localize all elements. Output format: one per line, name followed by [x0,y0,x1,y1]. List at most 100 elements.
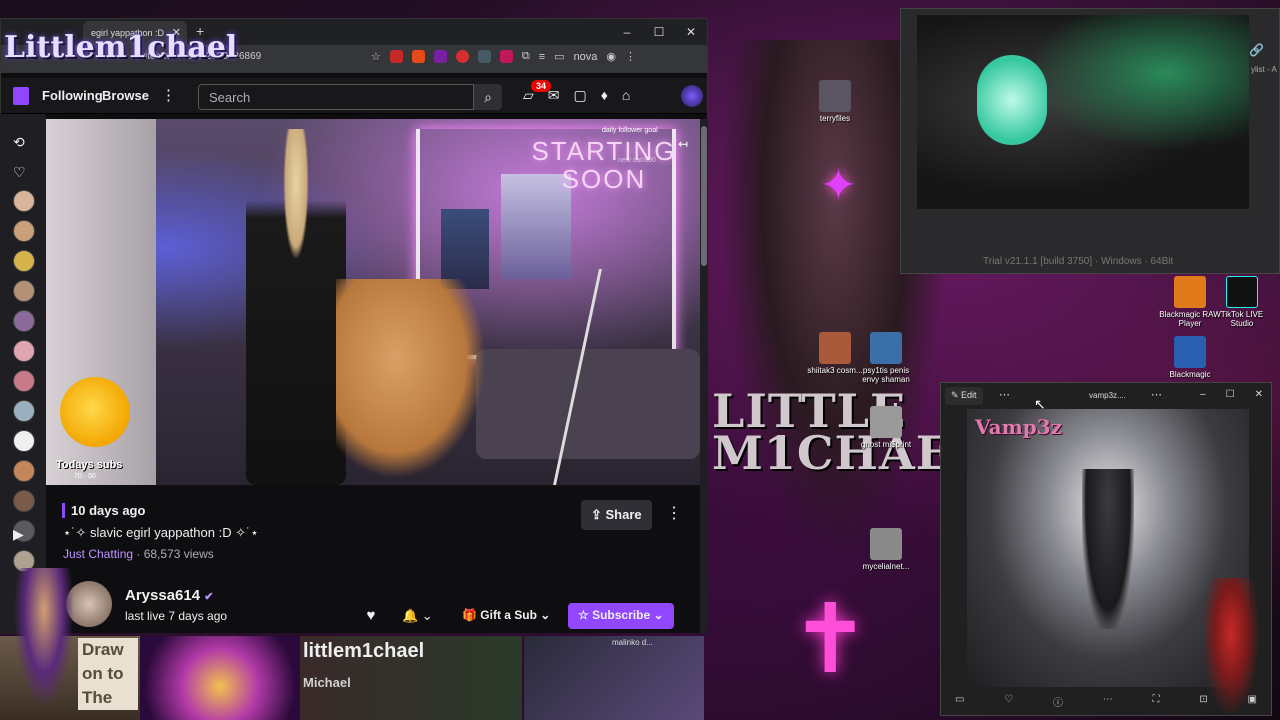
channel-avatar[interactable] [13,220,35,242]
whispers-icon[interactable]: ▢ [574,87,587,104]
cartoon-character [14,568,74,708]
desktop-icon-mycelial[interactable]: mycelialnet... [854,528,918,571]
gift-icon: 🎁 [462,608,481,622]
channel-avatar[interactable] [13,400,35,422]
edit-button[interactable]: ✎ Edit [945,387,983,405]
extension-icon[interactable] [389,50,403,63]
twitch-nav: Following Browse ⋮ Search ⌕ ▱ ✉ ▢ ♦ ⌂ 34 [1,78,707,114]
maximize-icon[interactable]: ☐ [1226,389,1235,400]
blackmagic-icon [1174,336,1206,368]
channel-avatar[interactable] [13,340,35,362]
browser-menu-icon[interactable]: ⋮ [625,50,636,63]
notification-badge: 34 [531,80,552,92]
account-icon[interactable]: ◉ [606,50,616,63]
nav-following[interactable]: Following [42,88,103,103]
collapse-rail-icon[interactable]: ⟲ [13,134,25,151]
star-icon: ☆ [578,608,593,622]
minimize-icon[interactable]: – [1200,389,1206,400]
channel-avatar[interactable] [13,310,35,332]
theatre-mode-icon[interactable]: ↤ [678,137,688,151]
desktop-icon-tiktok-live[interactable]: TikTok LIVE Studio [1210,276,1274,328]
file-icon [870,528,902,560]
channel-avatar[interactable] [13,430,35,452]
close-icon[interactable]: ✕ [1255,389,1263,400]
user-avatar[interactable] [681,85,703,107]
maximize-button[interactable]: ☐ [643,19,675,45]
extension-icon[interactable] [433,50,447,63]
video-camera-icon[interactable]: ▶ [13,526,24,543]
file-icon [870,332,902,364]
more-menu-icon[interactable]: ⋮ [161,86,176,104]
bookmark-star-icon[interactable]: ☆ [371,50,381,63]
channel-avatar[interactable] [13,280,35,302]
file-icon [819,332,851,364]
scrollbar-thumb[interactable] [701,126,707,266]
desktop-icon-terryfiles[interactable]: terryfiles [803,80,867,123]
channel-avatar[interactable] [13,370,35,392]
channel-avatar[interactable] [13,250,35,272]
video-player[interactable]: STARTING SOON daily follower goal new ca… [46,119,700,485]
fullscreen-icon[interactable]: ⛶ [1153,694,1160,709]
subscribe-button[interactable]: ☆ Subscribe ⌄ [568,603,674,629]
minimize-button[interactable]: – [611,19,643,45]
twitch-logo-icon[interactable] [13,87,29,105]
follower-goal-sub: new cat/800 [618,157,656,164]
favorite-icon[interactable]: ♡ [1004,694,1013,709]
extension-icon[interactable] [477,50,491,63]
more-icon[interactable]: ⋯ [1103,694,1113,709]
demon-figure [1082,469,1134,629]
video-category-line: Just Chatting · 68,573 views [63,547,214,561]
channel-avatar[interactable] [13,460,35,482]
close-button[interactable]: ✕ [675,19,707,45]
bits-icon[interactable]: ⌂ [622,87,630,104]
mascot-icon [60,377,130,447]
viewer-window-controls: – ☐ ✕ [1200,389,1263,400]
link-icon[interactable]: 🔗 [1249,43,1264,57]
viewer-options-icon[interactable]: ⋯ [1151,388,1162,401]
bottom-tile-photo: malinko d... [524,636,704,720]
nav-browse[interactable]: Browse [102,88,149,103]
desktop-icon-ghost[interactable]: ghost mi$print [854,406,918,449]
notification-bell-button[interactable]: 🔔 ⌄ [402,603,433,629]
streamer-figure [246,129,346,485]
blackmagic-icon [1174,276,1206,308]
verified-icon: ✔ [204,591,214,603]
channel-name[interactable]: Aryssa614 ✔ [125,587,213,604]
desktop-icon-psy1tis[interactable]: psy1tis penis envy shaman [854,332,918,384]
viewer-more-icon[interactable]: ⋯ [999,388,1010,401]
search-icon[interactable]: ⌕ [474,84,502,110]
extension-icon[interactable] [499,50,513,63]
bunny-mask-figure [977,55,1047,145]
sidebar-icon[interactable]: ▭ [554,50,564,63]
video-info-panel: 10 days ago ⋆˙✧ slavic egirl yappathon :… [46,485,700,633]
extension-icon[interactable] [411,50,425,63]
cartoon-figure [1202,578,1260,716]
gift-sub-button[interactable]: 🎁 Gift a Sub ⌄ [456,603,556,629]
search-input[interactable]: Search [198,84,474,110]
playlist-icon[interactable]: ≡ [539,51,545,63]
neon-cross-icon: ✝ [790,586,871,693]
desktop-icon-blackmagic[interactable]: Blackmagic [1158,336,1222,379]
channel-logo: Littlem1chael [4,30,238,65]
channel-avatar[interactable] [13,490,35,512]
category-link[interactable]: Just Chatting [63,547,133,561]
starting-soon-overlay: STARTING SOON [531,136,677,194]
folder-icon [819,80,851,112]
edit-icon: ✎ [951,390,962,400]
tiktok-icon [1226,276,1258,308]
window-controls: – ☐ ✕ [611,19,707,45]
prime-crown-icon[interactable]: ♦ [601,87,608,104]
todays-subs-label: Todays subs [56,459,123,471]
filmstrip-icon[interactable]: ▭ [955,694,964,709]
profile-nova[interactable]: nova [574,51,598,63]
info-icon[interactable]: ⓘ [1053,694,1063,709]
record-icon[interactable] [455,50,469,63]
webcam-preview-window: ylist - A 🔗 Trial v21.1.1 [build 3750] ·… [900,8,1280,274]
streamer-name: littlem1chael [303,640,425,662]
viewer-titlebar: ✎ Edit ⋯ vamp3z.... ⋯ – ☐ ✕ [941,383,1271,409]
channel-avatar[interactable] [13,190,35,212]
puzzle-icon[interactable]: ⧉ [522,50,530,63]
share-button[interactable]: ⇪ Share [581,500,652,530]
video-more-icon[interactable]: ⋮ [666,503,682,523]
follow-heart-button[interactable]: ♥ [356,603,386,629]
